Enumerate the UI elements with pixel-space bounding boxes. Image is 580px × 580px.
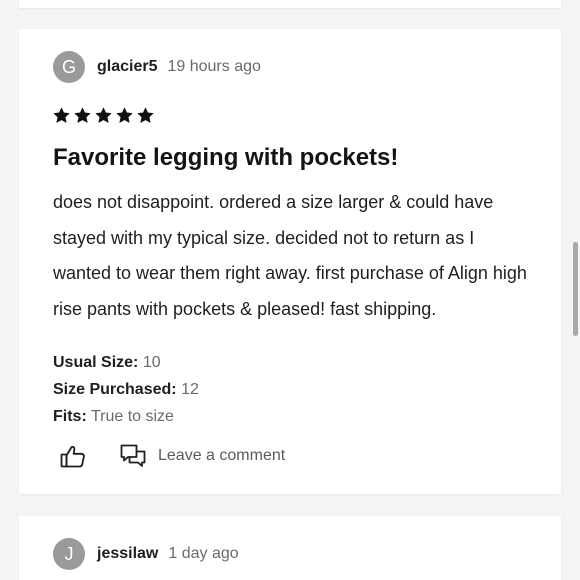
review-timestamp: 1 day ago (168, 545, 239, 562)
star-icon (116, 107, 133, 124)
size-details: Usual Size: 10 Size Purchased: 12 Fits: … (53, 349, 199, 430)
size-purchased-value: 12 (181, 381, 199, 398)
usual-size-row: Usual Size: 10 (53, 349, 199, 376)
reviewer-username[interactable]: jessilaw (97, 545, 158, 563)
star-rating (53, 107, 154, 124)
scrollbar-thumb[interactable] (573, 242, 578, 336)
usual-size-value: 10 (142, 354, 161, 371)
review-timestamp: 19 hours ago (167, 58, 261, 75)
previous-review-card (19, 0, 561, 8)
avatar[interactable]: G (53, 51, 85, 83)
next-review-card: J jessilaw 1 day ago (19, 516, 561, 580)
fits-row: Fits: True to size (53, 403, 199, 430)
fits-value: True to size (90, 408, 174, 425)
review-card: G glacier5 19 hours ago Favorite legging… (19, 29, 561, 494)
star-icon (74, 107, 91, 124)
leave-comment-label: Leave a comment (158, 447, 286, 464)
review-actions: Leave a comment (59, 442, 285, 470)
star-icon (95, 107, 112, 124)
fits-label: Fits: (53, 408, 87, 425)
chat-bubbles-icon (120, 444, 146, 467)
reviewer-username[interactable]: glacier5 (97, 58, 157, 76)
thumbs-up-icon (60, 446, 85, 468)
reviews-feed: G glacier5 19 hours ago Favorite legging… (0, 0, 580, 580)
size-purchased-row: Size Purchased: 12 (53, 376, 199, 403)
size-purchased-label: Size Purchased: (53, 381, 177, 398)
star-icon (53, 107, 70, 124)
leave-comment-button[interactable]: Leave a comment (119, 442, 285, 470)
review-header: G glacier5 19 hours ago (53, 51, 261, 83)
like-button[interactable] (59, 442, 87, 470)
avatar[interactable]: J (53, 538, 85, 570)
review-body: does not disappoint. ordered a size larg… (53, 192, 527, 319)
star-icon (137, 107, 154, 124)
review-header: J jessilaw 1 day ago (53, 538, 239, 570)
review-title: Favorite legging with pockets! (53, 144, 399, 171)
usual-size-label: Usual Size: (53, 354, 139, 371)
